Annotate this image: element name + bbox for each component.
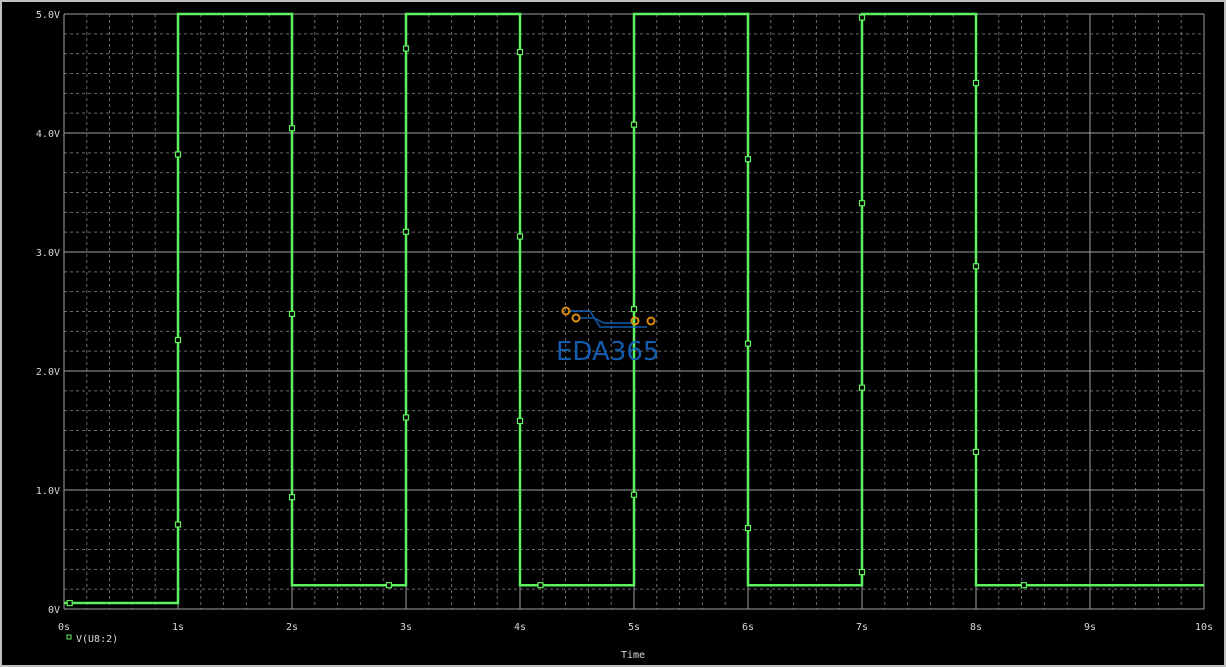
y-tick-label: 4.0V [36, 129, 60, 140]
y-tick-label: 0V [48, 605, 60, 616]
x-axis-label: Time [621, 650, 645, 661]
x-tick-label: 7s [856, 622, 868, 633]
series-point-marker [288, 125, 296, 132]
series-point-marker [174, 151, 182, 158]
series-point-marker [858, 384, 866, 391]
series-point-marker [1020, 582, 1027, 589]
series-point-marker [174, 336, 182, 344]
waveform-chart: 0V 1.0V 2.0V 3.0V 4.0V 5.0V 0s 1s 2s 3s 4s 5s 6s 7s 8… [36, 10, 1213, 661]
x-tick-label: 2s [286, 622, 298, 633]
legend: V(U8:2) [66, 634, 118, 645]
series-point-marker [972, 79, 980, 87]
x-tick-label: 9s [1084, 622, 1096, 633]
series-point-marker [516, 48, 524, 56]
x-tick-label: 0s [58, 622, 70, 633]
x-tick-label: 3s [400, 622, 412, 633]
series-point-marker [385, 582, 392, 589]
x-tick-label: 5s [628, 622, 640, 633]
series-point-marker [744, 156, 752, 163]
x-tick-label: 4s [514, 622, 526, 633]
series-point-marker [972, 448, 980, 456]
y-tick-label: 5.0V [36, 10, 60, 21]
series-point-marker [66, 599, 73, 607]
series-point-marker [537, 582, 544, 589]
plot-window: 0V 1.0V 2.0V 3.0V 4.0V 5.0V 0s 1s 2s 3s 4s 5s 6s 7s 8… [0, 0, 1226, 667]
x-tick-label: 1s [172, 622, 184, 633]
series-point-marker [858, 569, 866, 576]
series-point-marker [630, 491, 638, 498]
x-tick-label: 6s [742, 622, 754, 633]
x-axis-tick-labels: 0s 1s 2s 3s 4s 5s 6s 7s 8s 9s 10s [58, 622, 1213, 633]
watermark-dot-4 [646, 316, 656, 326]
y-tick-label: 2.0V [36, 367, 60, 378]
series-point-marker [630, 306, 638, 313]
series-point-marker [402, 228, 410, 235]
series-traces [64, 12, 1204, 607]
series-point-marker [174, 521, 182, 528]
watermark-dot-2 [571, 313, 581, 323]
eda365-watermark-logo: EDA365 [556, 306, 659, 367]
series-point-marker [516, 233, 524, 240]
series-point-marker [744, 340, 752, 347]
series-point-marker [972, 263, 980, 270]
series-point-marker [402, 414, 410, 421]
series-point-marker [858, 200, 866, 207]
y-tick-label: 1.0V [36, 486, 60, 497]
series-point-marker [858, 14, 866, 21]
series-point-marker [516, 417, 524, 425]
legend-series-marker [66, 634, 72, 640]
y-axis-tick-labels: 0V 1.0V 2.0V 3.0V 4.0V 5.0V [36, 10, 60, 616]
series-point-marker [630, 121, 638, 128]
series-point-marker [744, 524, 752, 532]
series-point-marker [402, 45, 410, 52]
watermark-text: EDA365 [556, 337, 659, 367]
legend-series-label: V(U8:2) [76, 634, 118, 645]
series-point-marker [288, 310, 296, 317]
x-tick-label: 8s [970, 622, 982, 633]
x-tick-label: 10s [1195, 622, 1213, 633]
y-tick-label: 3.0V [36, 248, 60, 259]
series-point-marker [288, 494, 296, 501]
